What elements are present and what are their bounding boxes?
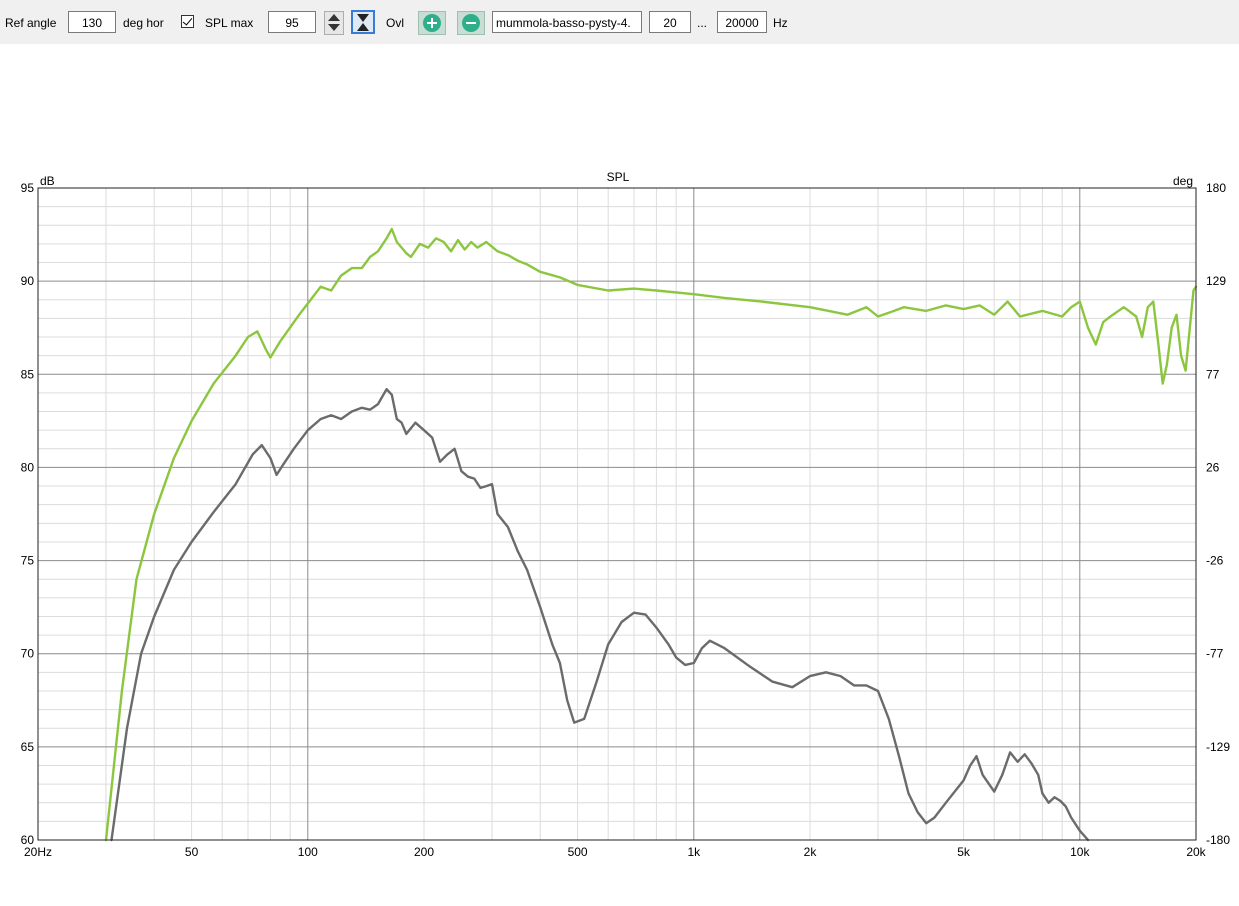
y-tick-label: 70 (21, 647, 35, 661)
y-tick-label: 85 (21, 367, 35, 381)
freq-min-input[interactable]: 20 (649, 11, 691, 33)
y2-tick-label: -129 (1206, 740, 1230, 754)
file-name-input[interactable]: mummola-basso-pysty-4. (492, 11, 642, 33)
y-tick-label: 95 (21, 181, 35, 195)
minus-circle-icon[interactable] (457, 11, 485, 35)
y-tick-label: 60 (21, 833, 35, 847)
chart-title: SPL (607, 170, 630, 184)
series-line-1 (104, 227, 1198, 842)
x-tick-label: 2k (804, 845, 818, 859)
toolbar: Ref angle 130 deg hor SPL max 95 Ovl mum… (0, 0, 1239, 44)
y2-tick-label: 77 (1206, 367, 1220, 381)
up-down-arrows-icon[interactable] (324, 11, 344, 35)
plus-circle-icon[interactable] (418, 11, 446, 35)
range-separator: ... (697, 16, 708, 30)
spl-max-input[interactable]: 95 (268, 11, 316, 33)
y2-tick-label: 129 (1206, 274, 1226, 288)
x-tick-label: 100 (298, 845, 318, 859)
x-tick-label: 10k (1070, 845, 1090, 859)
spl-chart: 95 180 90 129 85 77 80 26 75 -26 70 -77 65 -129 60 -180… (21, 170, 1231, 859)
fit-vertical-icon[interactable] (351, 10, 375, 34)
y2-tick-label: 180 (1206, 181, 1226, 195)
x-tick-label: 20Hz (24, 845, 52, 859)
hz-label: Hz (773, 16, 788, 30)
y2-tick-label: 26 (1206, 460, 1220, 474)
ref-angle-input[interactable]: 130 (68, 11, 116, 33)
x-tick-label: 1k (687, 845, 701, 859)
x-tick-label: 20k (1186, 845, 1206, 859)
x-tick-label: 500 (568, 845, 588, 859)
x-tick-label: 50 (185, 845, 199, 859)
y-tick-label: 90 (21, 274, 35, 288)
plot-frame (37, 187, 1197, 841)
y2-tick-label: -180 (1206, 833, 1230, 847)
ovl-label: Ovl (386, 16, 404, 30)
y-axis-label: dB (40, 174, 55, 188)
x-tick-label: 5k (957, 845, 971, 859)
spl-max-checkbox[interactable] (181, 15, 194, 28)
ref-angle-label: Ref angle (5, 16, 57, 30)
deg-hor-label: deg hor (123, 16, 164, 30)
y-tick-label: 80 (21, 460, 35, 474)
y2-tick-label: -77 (1206, 647, 1224, 661)
freq-max-input[interactable]: 20000 (717, 11, 767, 33)
y-tick-label: 75 (21, 554, 35, 568)
x-tick-label: 200 (414, 845, 434, 859)
spl-max-label: SPL max (205, 16, 254, 30)
y-tick-label: 65 (21, 740, 35, 754)
y2-axis-label: deg (1173, 174, 1193, 188)
y2-tick-label: -26 (1206, 554, 1224, 568)
series-line-2 (110, 388, 1090, 842)
